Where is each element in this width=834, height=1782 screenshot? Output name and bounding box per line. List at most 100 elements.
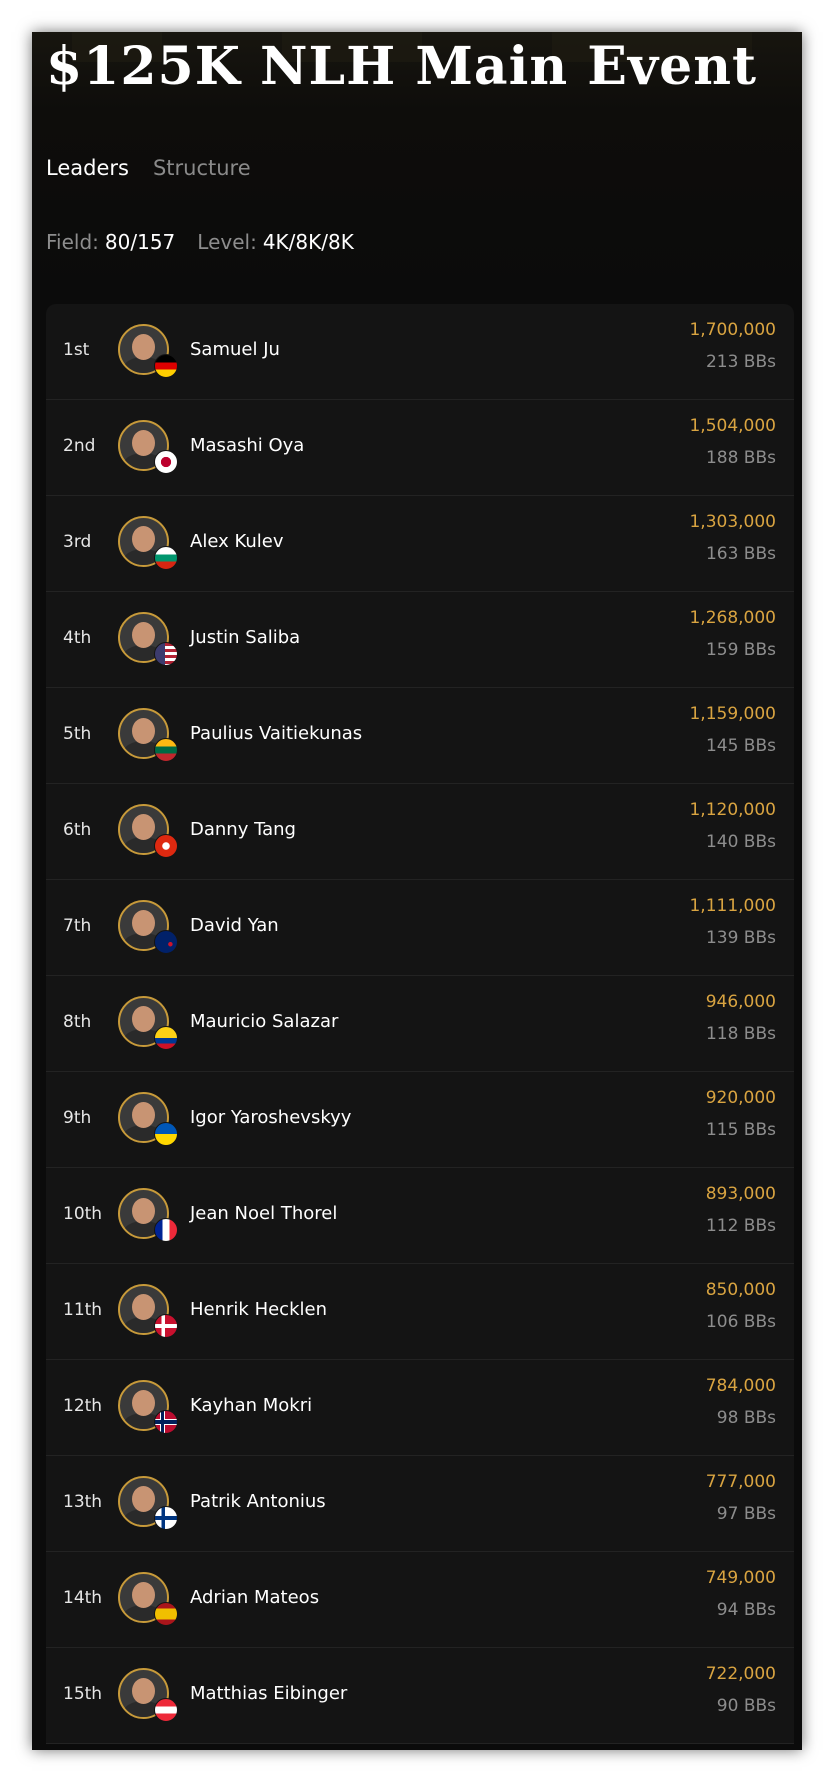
rank-label: 9th (63, 1108, 92, 1128)
leader-row[interactable]: 14th Adrian Mateos 749,000 94 BBs (46, 1552, 794, 1648)
chip-count: 1,504,000 (689, 416, 776, 436)
player-name[interactable]: Samuel Ju (190, 339, 280, 360)
event-title: $125K NLH Main Event (46, 36, 758, 97)
big-blinds: 213 BBs (705, 352, 776, 372)
austria-flag-icon (154, 1698, 178, 1722)
rank-label: 3rd (63, 532, 92, 552)
field-label: Field: (46, 230, 99, 254)
player-name[interactable]: David Yan (190, 915, 279, 936)
player-name[interactable]: Patrik Antonius (190, 1491, 326, 1512)
leader-row[interactable]: 13th Patrik Antonius 777,000 97 BBs (46, 1456, 794, 1552)
spain-flag-icon (154, 1602, 178, 1626)
leader-row[interactable]: 7th David Yan 1,111,000 139 BBs (46, 880, 794, 976)
leader-row[interactable]: 12th Kayhan Mokri 784,000 98 BBs (46, 1360, 794, 1456)
chip-count: 1,111,000 (689, 896, 776, 916)
big-blinds: 140 BBs (705, 832, 776, 852)
leader-row[interactable]: 15th Matthias Eibinger 722,000 90 BBs (46, 1648, 794, 1744)
chip-count: 777,000 (705, 1472, 776, 1492)
japan-flag-icon (154, 450, 178, 474)
rank-label: 7th (63, 916, 92, 936)
big-blinds: 112 BBs (705, 1216, 776, 1236)
player-name[interactable]: Justin Saliba (190, 627, 300, 648)
denmark-flag-icon (154, 1314, 178, 1338)
leader-row[interactable]: 9th Igor Yaroshevskyy 920,000 115 BBs (46, 1072, 794, 1168)
rank-label: 13th (63, 1492, 103, 1512)
chip-count: 920,000 (705, 1088, 776, 1108)
rank-label: 10th (63, 1204, 103, 1224)
colombia-flag-icon (154, 1026, 178, 1050)
big-blinds: 139 BBs (705, 928, 776, 948)
leader-row[interactable]: 11th Henrik Hecklen 850,000 106 BBs (46, 1264, 794, 1360)
field-info: Field: 80/157 (46, 230, 175, 254)
leader-row[interactable]: 2nd Masashi Oya 1,504,000 188 BBs (46, 400, 794, 496)
player-name[interactable]: Paulius Vaitiekunas (190, 723, 362, 744)
big-blinds: 145 BBs (705, 736, 776, 756)
big-blinds: 106 BBs (705, 1312, 776, 1332)
big-blinds: 188 BBs (705, 448, 776, 468)
big-blinds: 98 BBs (716, 1408, 776, 1428)
chip-count: 784,000 (705, 1376, 776, 1396)
player-name[interactable]: Alex Kulev (190, 531, 284, 552)
player-name[interactable]: Adrian Mateos (190, 1587, 319, 1608)
norway-flag-icon (154, 1410, 178, 1434)
rank-label: 4th (63, 628, 92, 648)
big-blinds: 97 BBs (716, 1504, 776, 1524)
tab-leaders[interactable]: Leaders (46, 156, 129, 180)
leader-row[interactable]: 5th Paulius Vaitiekunas 1,159,000 145 BBs (46, 688, 794, 784)
lithuania-flag-icon (154, 738, 178, 762)
leader-row[interactable]: 3rd Alex Kulev 1,303,000 163 BBs (46, 496, 794, 592)
tab-bar: Leaders Structure (46, 156, 251, 180)
rank-label: 14th (63, 1588, 103, 1608)
leaderboard-panel: $125K NLH Main Event Leaders Structure F… (32, 32, 802, 1750)
leader-row[interactable]: 4th Justin Saliba 1,268,000 159 BBs (46, 592, 794, 688)
big-blinds: 90 BBs (716, 1696, 776, 1716)
chip-count: 1,268,000 (689, 608, 776, 628)
player-name[interactable]: Igor Yaroshevskyy (190, 1107, 351, 1128)
player-name[interactable]: Mauricio Salazar (190, 1011, 338, 1032)
rank-label: 5th (63, 724, 92, 744)
chip-count: 1,303,000 (689, 512, 776, 532)
chip-count: 946,000 (705, 992, 776, 1012)
big-blinds: 163 BBs (705, 544, 776, 564)
chip-count: 1,159,000 (689, 704, 776, 724)
usa-flag-icon (154, 642, 178, 666)
leader-row[interactable]: 1st Samuel Ju 1,700,000 213 BBs (46, 304, 794, 400)
player-name[interactable]: Jean Noel Thorel (190, 1203, 337, 1224)
germany-flag-icon (154, 354, 178, 378)
leader-row[interactable]: 10th Jean Noel Thorel 893,000 112 BBs (46, 1168, 794, 1264)
level-info: Level: 4K/8K/8K (197, 230, 354, 254)
leaders-list: 1st Samuel Ju 1,700,000 213 BBs 2nd Masashi O… (46, 304, 794, 1744)
ukraine-flag-icon (154, 1122, 178, 1146)
big-blinds: 115 BBs (705, 1120, 776, 1140)
france-flag-icon (154, 1218, 178, 1242)
tab-structure[interactable]: Structure (153, 156, 251, 180)
player-name[interactable]: Matthias Eibinger (190, 1683, 347, 1704)
chip-count: 1,700,000 (689, 320, 776, 340)
level-label: Level: (197, 230, 257, 254)
leader-row[interactable]: 8th Mauricio Salazar 946,000 118 BBs (46, 976, 794, 1072)
rank-label: 11th (63, 1300, 103, 1320)
chip-count: 749,000 (705, 1568, 776, 1588)
player-name[interactable]: Kayhan Mokri (190, 1395, 312, 1416)
rank-label: 1st (63, 340, 90, 360)
player-name[interactable]: Henrik Hecklen (190, 1299, 327, 1320)
leader-row[interactable]: 6th Danny Tang 1,120,000 140 BBs (46, 784, 794, 880)
hong-kong-flag-icon (154, 834, 178, 858)
rank-label: 6th (63, 820, 92, 840)
big-blinds: 118 BBs (705, 1024, 776, 1044)
rank-label: 2nd (63, 436, 96, 456)
rank-label: 15th (63, 1684, 103, 1704)
chip-count: 850,000 (705, 1280, 776, 1300)
new-zealand-flag-icon (154, 930, 178, 954)
rank-label: 8th (63, 1012, 92, 1032)
level-value: 4K/8K/8K (262, 230, 354, 254)
big-blinds: 159 BBs (705, 640, 776, 660)
chip-count: 893,000 (705, 1184, 776, 1204)
chip-count: 722,000 (705, 1664, 776, 1684)
big-blinds: 94 BBs (716, 1600, 776, 1620)
rank-label: 12th (63, 1396, 103, 1416)
player-name[interactable]: Danny Tang (190, 819, 296, 840)
bulgaria-flag-icon (154, 546, 178, 570)
player-name[interactable]: Masashi Oya (190, 435, 304, 456)
event-info: Field: 80/157 Level: 4K/8K/8K (46, 230, 354, 254)
